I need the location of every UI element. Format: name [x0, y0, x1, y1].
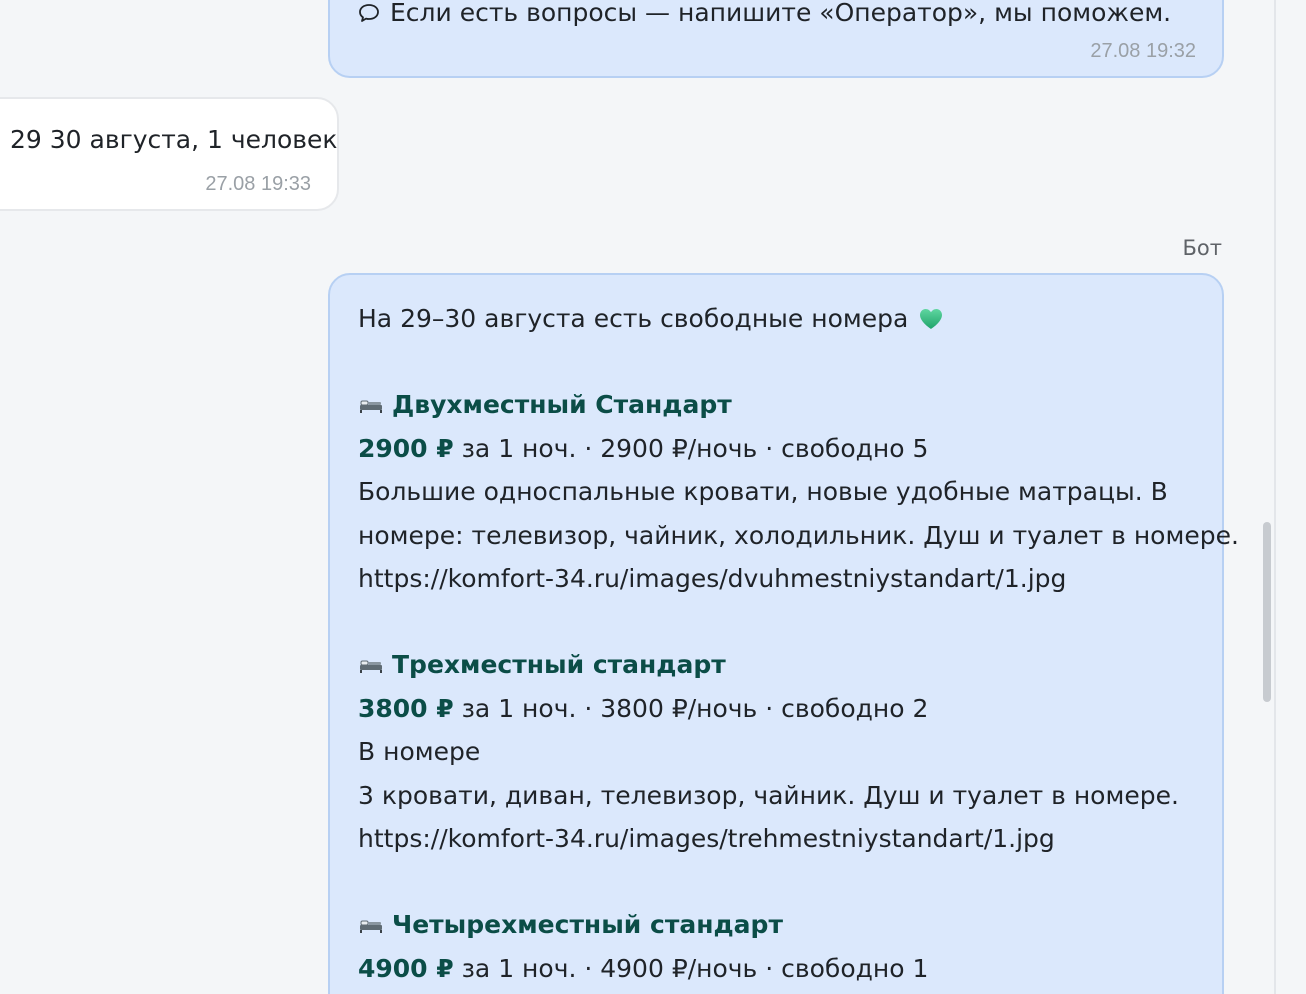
room-price: 3800 ₽ — [358, 693, 454, 723]
room-price-row: 3800 ₽ за 1 ноч. · 3800 ₽/ночь · свободн… — [358, 687, 1202, 730]
room-image-link[interactable]: https://komfort-34.ru/images/trehmestniy… — [358, 817, 1202, 860]
message-timestamp: 27.08 19:33 — [205, 173, 311, 195]
room-price-detail: за 1 ноч. · 3800 ₽/ночь · свободно 2 — [453, 693, 929, 723]
room-image-link[interactable]: https://komfort-34.ru/images/dvuhmestniy… — [358, 557, 1202, 600]
room-description: 3 кровати, диван, телевизор, чайник. Душ… — [358, 780, 1179, 810]
message-timestamp: 27.08 19:32 — [1090, 40, 1196, 62]
bot-message-bubble: На 29–30 августа есть свободные номера Д… — [328, 273, 1239, 994]
bed-icon — [360, 400, 382, 414]
chat-window: Если есть вопросы — напишите «Оператор»,… — [0, 0, 1306, 994]
room-price: 2900 ₽ — [358, 433, 454, 463]
bed-icon — [360, 660, 382, 674]
room-description: Большие односпальные кровати, новые удоб… — [358, 477, 1168, 507]
sender-label: Бот — [1182, 236, 1223, 260]
room-offer: Двухместный Стандарт 2900 ₽ за 1 ноч. · … — [358, 383, 1239, 600]
room-offer: Четырехместный стандарт 4900 ₽ за 1 ноч.… — [358, 903, 1202, 990]
room-title-row: Двухместный Стандарт — [358, 383, 1202, 426]
bot-message-text: Если есть вопросы — напишите «Оператор»,… — [390, 0, 1172, 27]
bed-icon — [360, 920, 382, 934]
bot-message-text-row: Если есть вопросы — напишите «Оператор»,… — [358, 0, 1171, 28]
room-offer: Трехместный стандарт 3800 ₽ за 1 ноч. · … — [358, 643, 1202, 860]
room-description: номере: телевизор, чайник, холодильник. … — [358, 520, 1239, 550]
user-message-bubble: 29 30 августа, 1 человек 27.08 19:33 — [0, 97, 339, 211]
room-title: Четырехместный стандарт — [392, 910, 783, 940]
bot-message-bubble: Если есть вопросы — напишите «Оператор»,… — [328, 0, 1224, 78]
room-description: В номере — [358, 737, 481, 767]
room-title-row: Четырехместный стандарт — [358, 903, 1202, 946]
room-price-row: 2900 ₽ за 1 ноч. · 2900 ₽/ночь · свободн… — [358, 427, 1202, 470]
room-title: Двухместный Стандарт — [392, 390, 732, 420]
room-price-detail: за 1 ноч. · 2900 ₽/ночь · свободно 5 — [453, 433, 929, 463]
intro-text: На 29–30 августа есть свободные номера — [358, 304, 909, 333]
room-price: 4900 ₽ — [358, 953, 454, 983]
scrollbar-track[interactable] — [1274, 0, 1276, 994]
room-price-row: 4900 ₽ за 1 ноч. · 4900 ₽/ночь · свободн… — [358, 947, 1202, 990]
room-title: Трехместный стандарт — [392, 650, 726, 680]
chat-bubble-icon — [359, 4, 379, 22]
green-heart-icon — [920, 309, 943, 329]
availability-intro: На 29–30 августа есть свободные номера — [358, 297, 1202, 340]
user-message-text: 29 30 августа, 1 человек — [10, 125, 338, 154]
room-price-detail: за 1 ноч. · 4900 ₽/ночь · свободно 1 — [453, 953, 929, 983]
room-title-row: Трехместный стандарт — [358, 643, 1202, 686]
bot-message-content: На 29–30 августа есть свободные номера Д… — [358, 297, 1239, 990]
scrollbar-thumb[interactable] — [1263, 522, 1271, 702]
